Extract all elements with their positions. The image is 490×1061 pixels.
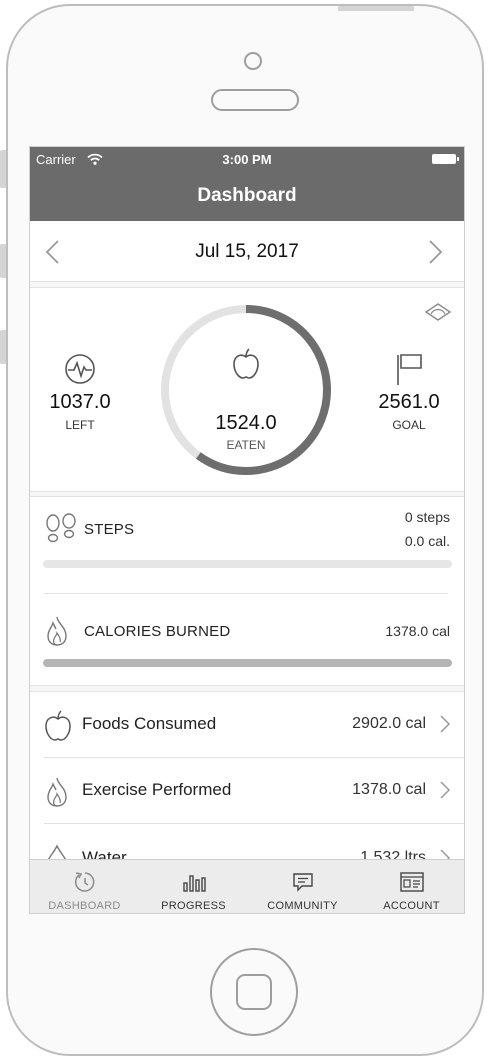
volume-down-button bbox=[0, 330, 6, 364]
flame-icon bbox=[47, 777, 67, 807]
calorie-summary: 1037.0 LEFT 1524.0 EATEN 2561.0 GOAL bbox=[30, 287, 464, 492]
nav-bar: Dashboard bbox=[30, 171, 464, 221]
flame-icon bbox=[47, 616, 67, 646]
calories-burned-progress-bar bbox=[43, 659, 452, 667]
heartbeat-icon bbox=[65, 354, 95, 384]
home-button-square-icon bbox=[236, 974, 272, 1010]
battery-icon bbox=[432, 154, 459, 164]
list-item-foods-consumed[interactable]: Foods Consumed 2902.0 cal bbox=[30, 692, 464, 758]
tab-account[interactable]: ACCOUNT bbox=[357, 860, 464, 913]
status-bar: Carrier 3:00 PM bbox=[30, 147, 464, 171]
tab-icon-wrap bbox=[248, 870, 357, 899]
calorie-goal-label: GOAL bbox=[392, 418, 426, 432]
list-item-value: 1378.0 cal bbox=[352, 781, 426, 798]
list-item-label: Exercise Performed bbox=[82, 780, 232, 799]
eaten-progress-ring: 1524.0 EATEN bbox=[158, 302, 334, 478]
tab-label: PROGRESS bbox=[161, 900, 226, 912]
apple-icon bbox=[233, 348, 259, 379]
list-item-value: 2902.0 cal bbox=[352, 715, 426, 732]
current-date: Jul 15, 2017 bbox=[195, 241, 299, 262]
tab-progress[interactable]: PROGRESS bbox=[139, 860, 248, 913]
tab-label: ACCOUNT bbox=[383, 900, 440, 912]
steps-label: STEPS bbox=[84, 521, 135, 538]
calories-eaten-value: 1524.0 bbox=[215, 412, 277, 434]
steps-row[interactable]: STEPS 0 steps 0.0 cal. bbox=[30, 497, 464, 589]
steps-progress-bar bbox=[43, 560, 452, 568]
activity-divider bbox=[44, 593, 448, 594]
tab-community[interactable]: COMMUNITY bbox=[248, 860, 357, 913]
calories-eaten: 1524.0 EATEN bbox=[158, 302, 334, 478]
steps-value: 0 steps bbox=[404, 509, 450, 525]
tab-bar: DASHBOARD PROGRESS COMMUNITY ACCOUNT bbox=[30, 859, 464, 913]
flag-icon bbox=[397, 354, 422, 385]
app-screen: Carrier 3:00 PM Dashboard Jul 15, 2017 1… bbox=[29, 146, 465, 914]
calories-left-label: LEFT bbox=[65, 418, 95, 432]
id-card-icon bbox=[399, 872, 424, 892]
chevron-right-icon bbox=[440, 715, 451, 733]
bar-chart-icon bbox=[182, 875, 206, 892]
list-separator bbox=[44, 823, 464, 824]
tab-icon-wrap bbox=[30, 870, 139, 899]
list-item-exercise-performed[interactable]: Exercise Performed 1378.0 cal bbox=[30, 758, 464, 824]
next-day-chevron-icon[interactable] bbox=[426, 239, 444, 265]
tab-label: COMMUNITY bbox=[267, 900, 338, 912]
calories-left-value: 1037.0 bbox=[49, 391, 111, 413]
volume-up-button bbox=[0, 244, 6, 278]
tab-label: DASHBOARD bbox=[48, 900, 121, 912]
tab-icon-wrap bbox=[357, 870, 464, 899]
front-camera bbox=[244, 52, 262, 70]
footprints-icon bbox=[46, 513, 76, 543]
calories-burned-label: CALORIES BURNED bbox=[84, 623, 231, 640]
power-button bbox=[338, 6, 414, 11]
calories-burned-value: 1378.0 cal bbox=[385, 623, 450, 639]
dashboard-icon bbox=[74, 872, 94, 892]
apple-icon bbox=[45, 710, 71, 741]
tab-icon-wrap bbox=[139, 870, 248, 899]
calorie-goal-value: 2561.0 bbox=[378, 391, 440, 413]
calories-eaten-label: EATEN bbox=[226, 438, 266, 452]
sync-icon[interactable] bbox=[422, 302, 454, 322]
chevron-right-icon bbox=[440, 781, 451, 799]
calories-burned-progress-fill bbox=[43, 659, 452, 667]
earpiece-speaker bbox=[211, 89, 299, 111]
status-time: 3:00 PM bbox=[222, 152, 272, 167]
calorie-goal: 2561.0 GOAL bbox=[354, 352, 464, 432]
tab-dashboard[interactable]: DASHBOARD bbox=[30, 860, 139, 913]
date-selector: Jul 15, 2017 bbox=[30, 221, 464, 282]
mute-switch bbox=[0, 150, 6, 188]
activity-panel: STEPS 0 steps 0.0 cal. CALORIES BURNED 1… bbox=[30, 496, 464, 686]
chat-icon bbox=[292, 873, 313, 892]
steps-calories-value: 0.0 cal. bbox=[404, 533, 450, 549]
calories-left: 1037.0 LEFT bbox=[30, 352, 135, 432]
list-item-label: Foods Consumed bbox=[82, 714, 217, 733]
page-title: Dashboard bbox=[197, 185, 297, 206]
calories-burned-row[interactable]: CALORIES BURNED 1378.0 cal bbox=[30, 597, 464, 683]
